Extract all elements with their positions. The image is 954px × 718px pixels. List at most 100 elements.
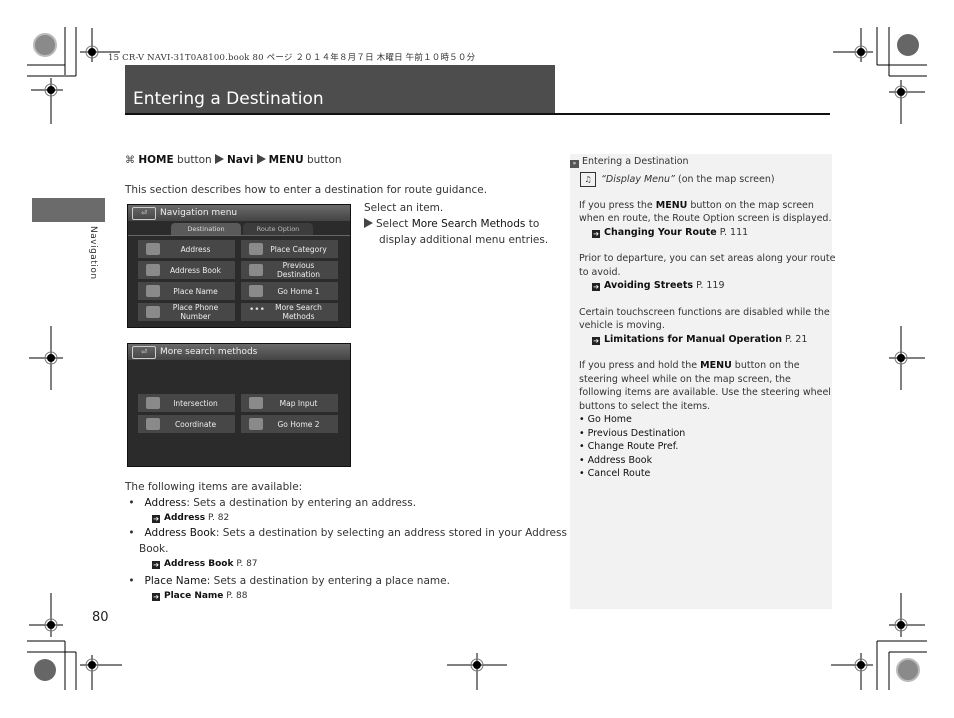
section-tab bbox=[32, 198, 105, 222]
address-book-icon bbox=[146, 264, 160, 276]
arrow-right-icon bbox=[364, 218, 373, 228]
sidebar-paragraph: If you press and hold the MENU button on… bbox=[570, 359, 835, 481]
voice-command-icon: ♫ bbox=[580, 171, 596, 187]
registration-mark-9 bbox=[80, 655, 122, 690]
home-icon: ⌘ bbox=[125, 155, 135, 166]
back-icon[interactable]: ⏎ bbox=[132, 346, 156, 359]
item-term: Address bbox=[144, 497, 187, 509]
button-label: Place Phone Number bbox=[172, 303, 219, 321]
text: following items are available. Use the s… bbox=[579, 387, 831, 398]
coordinate-icon bbox=[146, 418, 160, 430]
menu-button-place-name[interactable]: Place Name bbox=[138, 282, 235, 300]
xref-arrow-icon: ➔ bbox=[152, 561, 160, 569]
item-desc: : Sets a destination by entering an addr… bbox=[186, 497, 417, 509]
registration-mark-4 bbox=[889, 80, 925, 124]
xref-page: P. 82 bbox=[207, 513, 230, 523]
xref-title: Address bbox=[164, 513, 206, 523]
list-item: • Place Name: Sets a destination by ente… bbox=[125, 575, 450, 587]
registration-mark-2 bbox=[31, 78, 63, 124]
intersection-icon bbox=[146, 397, 160, 409]
xref-title: Address Book bbox=[164, 559, 234, 569]
item-desc: : Sets a destination by entering a place… bbox=[206, 575, 450, 587]
flag-icon bbox=[249, 264, 263, 276]
button-label: Address bbox=[180, 244, 211, 254]
category-icon bbox=[249, 243, 263, 255]
instruction-text: Select bbox=[376, 218, 412, 230]
keypad-icon bbox=[146, 306, 160, 318]
cross-reference[interactable]: ➔ Place Name P. 88 bbox=[125, 589, 567, 603]
text: Certain touchscreen functions are disabl… bbox=[579, 306, 830, 318]
menu-button-coordinate[interactable]: Coordinate bbox=[138, 415, 235, 433]
item-desc-cont: Book. bbox=[139, 543, 169, 555]
nav-step-menu: MENU bbox=[268, 154, 304, 166]
text: If you press and hold the bbox=[579, 360, 701, 371]
cross-reference[interactable]: ➔ Limitations for Manual Operation P. 21 bbox=[579, 333, 835, 347]
text: Change Route Pref. bbox=[587, 441, 679, 452]
menu-button-place-category[interactable]: Place Category bbox=[241, 240, 338, 258]
color-target-tl bbox=[33, 33, 57, 57]
button-label: Intersection bbox=[173, 398, 218, 408]
sidebar-paragraph: Prior to departure, you can set areas al… bbox=[570, 252, 835, 293]
menu-button-go-home-1[interactable]: Go Home 1 bbox=[241, 282, 338, 300]
voice-command-text: “Display Menu” bbox=[601, 173, 675, 185]
page-title: Entering a Destination bbox=[133, 89, 324, 109]
sidebar-paragraph: Certain touchscreen functions are disabl… bbox=[570, 306, 835, 347]
text: Go Home bbox=[587, 414, 632, 425]
xref-title: Limitations for Manual Operation bbox=[604, 333, 782, 345]
tab-route-option[interactable]: Route Option bbox=[243, 223, 313, 235]
tab-destination[interactable]: Destination bbox=[171, 223, 241, 235]
button-label: Map Input bbox=[279, 398, 318, 408]
registration-mark-8 bbox=[889, 593, 925, 637]
xref-arrow-icon: ➔ bbox=[592, 229, 600, 238]
text: Address Book bbox=[587, 454, 653, 466]
xref-arrow-icon: ➔ bbox=[592, 283, 600, 291]
xref-title: Changing Your Route bbox=[604, 226, 717, 238]
registration-mark-10 bbox=[447, 653, 507, 690]
house-icon bbox=[249, 285, 263, 297]
menu-button-go-home-2[interactable]: Go Home 2 bbox=[241, 415, 338, 433]
xref-page: P. 21 bbox=[782, 333, 808, 345]
menu-button-map-input[interactable]: Map Input bbox=[241, 394, 338, 412]
menu-button-address-book[interactable]: Address Book bbox=[138, 261, 235, 279]
text-bold: MENU bbox=[700, 360, 732, 371]
cross-reference[interactable]: ➔ Changing Your Route P. 111 bbox=[579, 226, 835, 240]
ellipsis-icon: ••• bbox=[249, 305, 265, 315]
sidebar-list-item: • Go Home bbox=[579, 414, 632, 425]
nav-step-navi: Navi bbox=[227, 154, 254, 166]
screen-header: ⏎ More search methods bbox=[128, 344, 350, 360]
navigation-menu-screen: ⏎ Navigation menu Destination Route Opti… bbox=[127, 204, 351, 328]
print-header: 15 CR-V NAVI-31T0A8100.book 80 ページ ２０１４年… bbox=[108, 53, 476, 63]
registration-mark-3 bbox=[833, 28, 873, 62]
text-bold: MENU bbox=[655, 199, 688, 211]
text: vehicle is moving. bbox=[579, 320, 665, 331]
page-number: 80 bbox=[92, 610, 109, 625]
nav-step-suffix: button bbox=[303, 154, 342, 166]
voice-command-suffix: (on the map screen) bbox=[674, 173, 775, 185]
intro-text: This section describes how to enter a de… bbox=[125, 184, 488, 196]
button-label: Coordinate bbox=[174, 419, 217, 429]
xref-title: Avoiding Streets bbox=[604, 280, 694, 291]
available-intro: The following items are available: bbox=[125, 481, 303, 493]
instruction-line: Select an item. bbox=[364, 202, 444, 214]
menu-button-place-phone-number[interactable]: Place Phone Number bbox=[138, 303, 235, 321]
cross-reference[interactable]: ➔ Address Book P. 87 bbox=[125, 557, 567, 571]
menu-button-address[interactable]: Address bbox=[138, 240, 235, 258]
menu-button-more-search-methods[interactable]: ••• More Search Methods bbox=[241, 303, 338, 321]
back-icon[interactable]: ⏎ bbox=[132, 207, 156, 220]
sidebar-content: » Entering a Destination ♫ “Display Menu” … bbox=[570, 155, 835, 481]
text: when en route, the Route Option screen i… bbox=[579, 213, 832, 224]
xref-arrow-icon: ➔ bbox=[592, 336, 600, 345]
registration-mark-11 bbox=[831, 653, 873, 690]
xref-page: P. 87 bbox=[236, 559, 258, 569]
registration-mark-6 bbox=[889, 326, 925, 390]
button-label: Go Home 1 bbox=[277, 286, 320, 296]
instruction-text: to bbox=[525, 218, 540, 230]
sidebar-paragraph: If you press the MENU button on the map … bbox=[570, 199, 835, 240]
arrow-right-icon bbox=[215, 154, 224, 164]
sidebar-list-item: • Previous Destination bbox=[579, 427, 686, 439]
menu-button-intersection[interactable]: Intersection bbox=[138, 394, 235, 412]
xref-arrow-icon: ➔ bbox=[152, 515, 160, 523]
cross-reference[interactable]: ➔ Address P. 82 bbox=[125, 511, 567, 525]
cross-reference[interactable]: ➔ Avoiding Streets P. 119 bbox=[579, 279, 835, 293]
menu-button-previous-destination[interactable]: Previous Destination bbox=[241, 261, 338, 279]
